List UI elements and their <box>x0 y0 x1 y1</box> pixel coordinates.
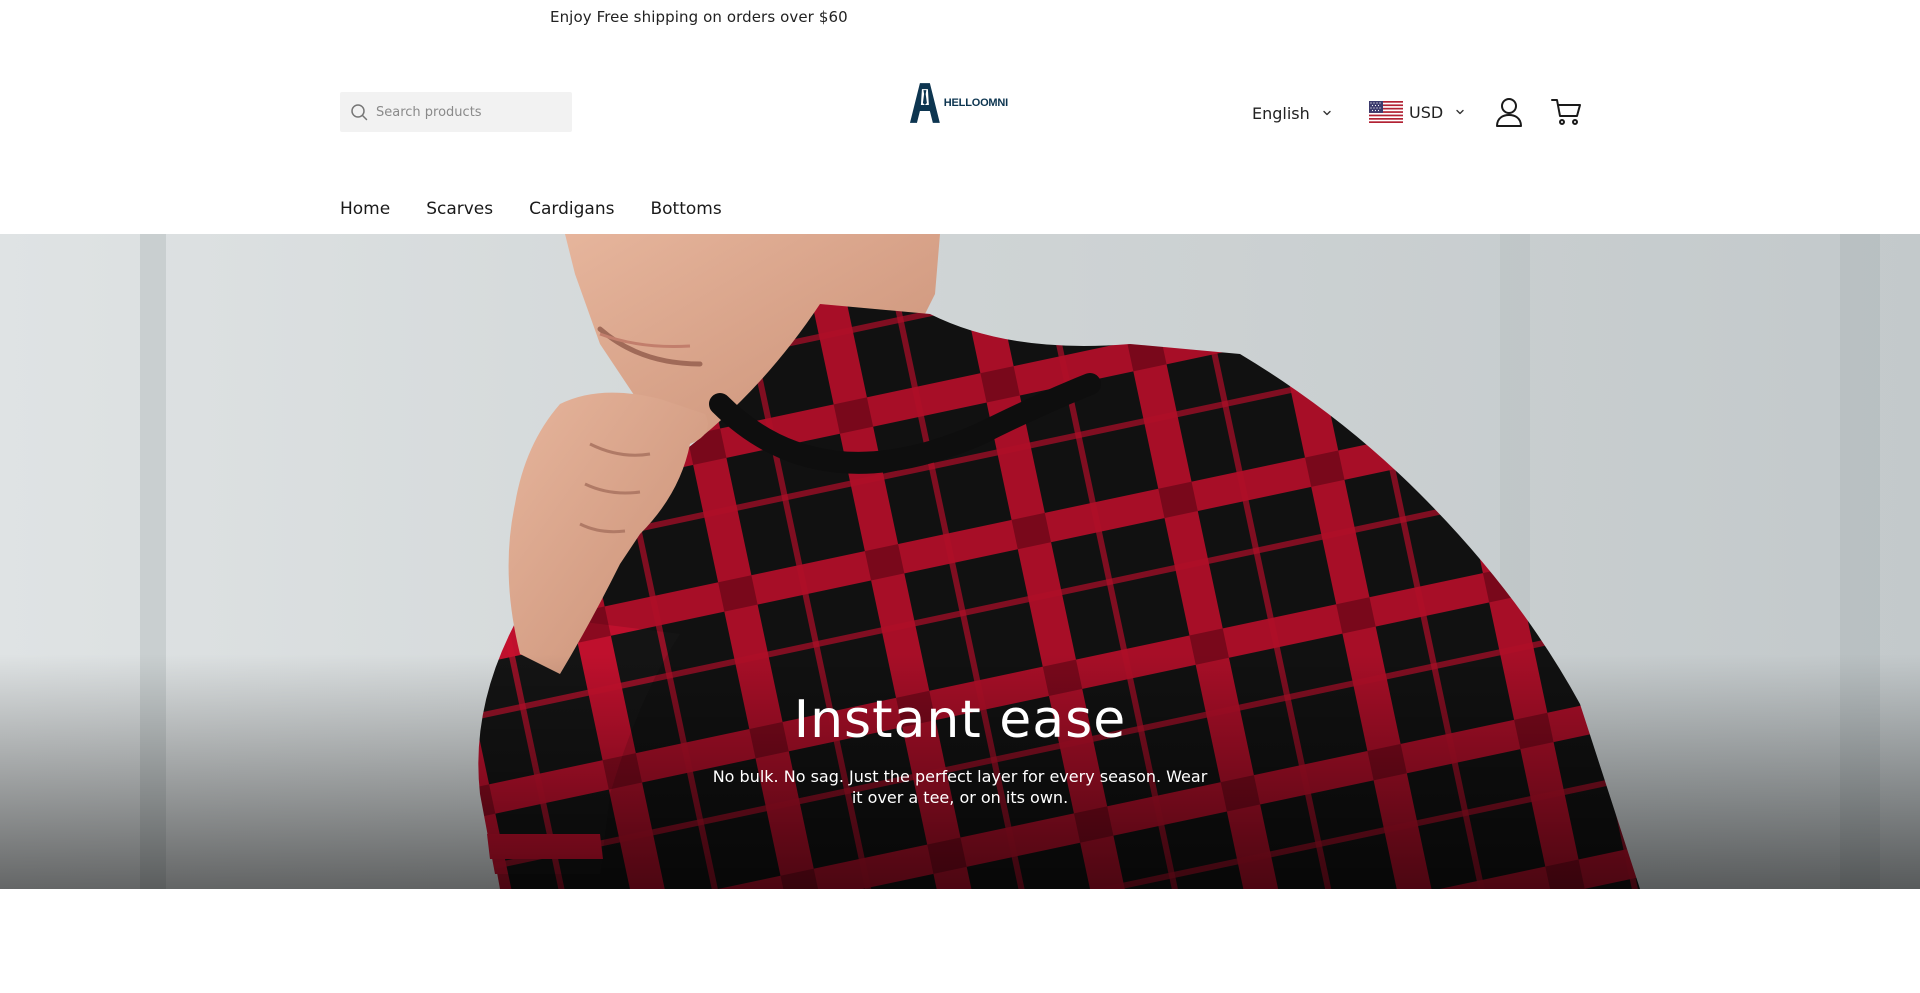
user-icon[interactable] <box>1494 96 1524 128</box>
main-nav: Home Scarves Cardigans Bottoms <box>340 194 758 224</box>
search-icon <box>351 104 368 121</box>
nav-item-scarves[interactable]: Scarves <box>426 199 493 219</box>
us-flag-icon <box>1369 101 1403 123</box>
currency-label: USD <box>1409 102 1444 122</box>
hero-banner[interactable]: Instant ease No bulk. No sag. Just the p… <box>0 234 1920 889</box>
language-selector[interactable]: English <box>1252 100 1332 126</box>
nav-item-cardigans[interactable]: Cardigans <box>529 199 614 219</box>
chevron-down-icon <box>1323 110 1331 116</box>
cart-icon[interactable] <box>1550 96 1582 128</box>
language-label: English <box>1252 103 1310 123</box>
site-header: HELLOOMNI English USD <box>0 34 1920 234</box>
hero-subtitle: No bulk. No sag. Just the perfect layer … <box>712 767 1208 807</box>
announcement-bar: Enjoy Free shipping on orders over $60 <box>0 0 1920 34</box>
search-input[interactable] <box>376 92 566 132</box>
search-box[interactable] <box>340 92 572 132</box>
nav-item-home[interactable]: Home <box>340 199 390 219</box>
nav-item-bottoms[interactable]: Bottoms <box>650 199 721 219</box>
currency-selector[interactable]: USD <box>1369 97 1465 127</box>
logo-text: HELLOOMNI <box>943 97 1008 109</box>
chevron-down-icon <box>1456 109 1464 115</box>
store-logo[interactable]: HELLOOMNI <box>908 80 1008 126</box>
hero-title: Instant ease <box>793 690 1127 750</box>
logo-mark-icon <box>909 83 940 123</box>
announcement-text: Enjoy Free shipping on orders over $60 <box>550 8 848 26</box>
